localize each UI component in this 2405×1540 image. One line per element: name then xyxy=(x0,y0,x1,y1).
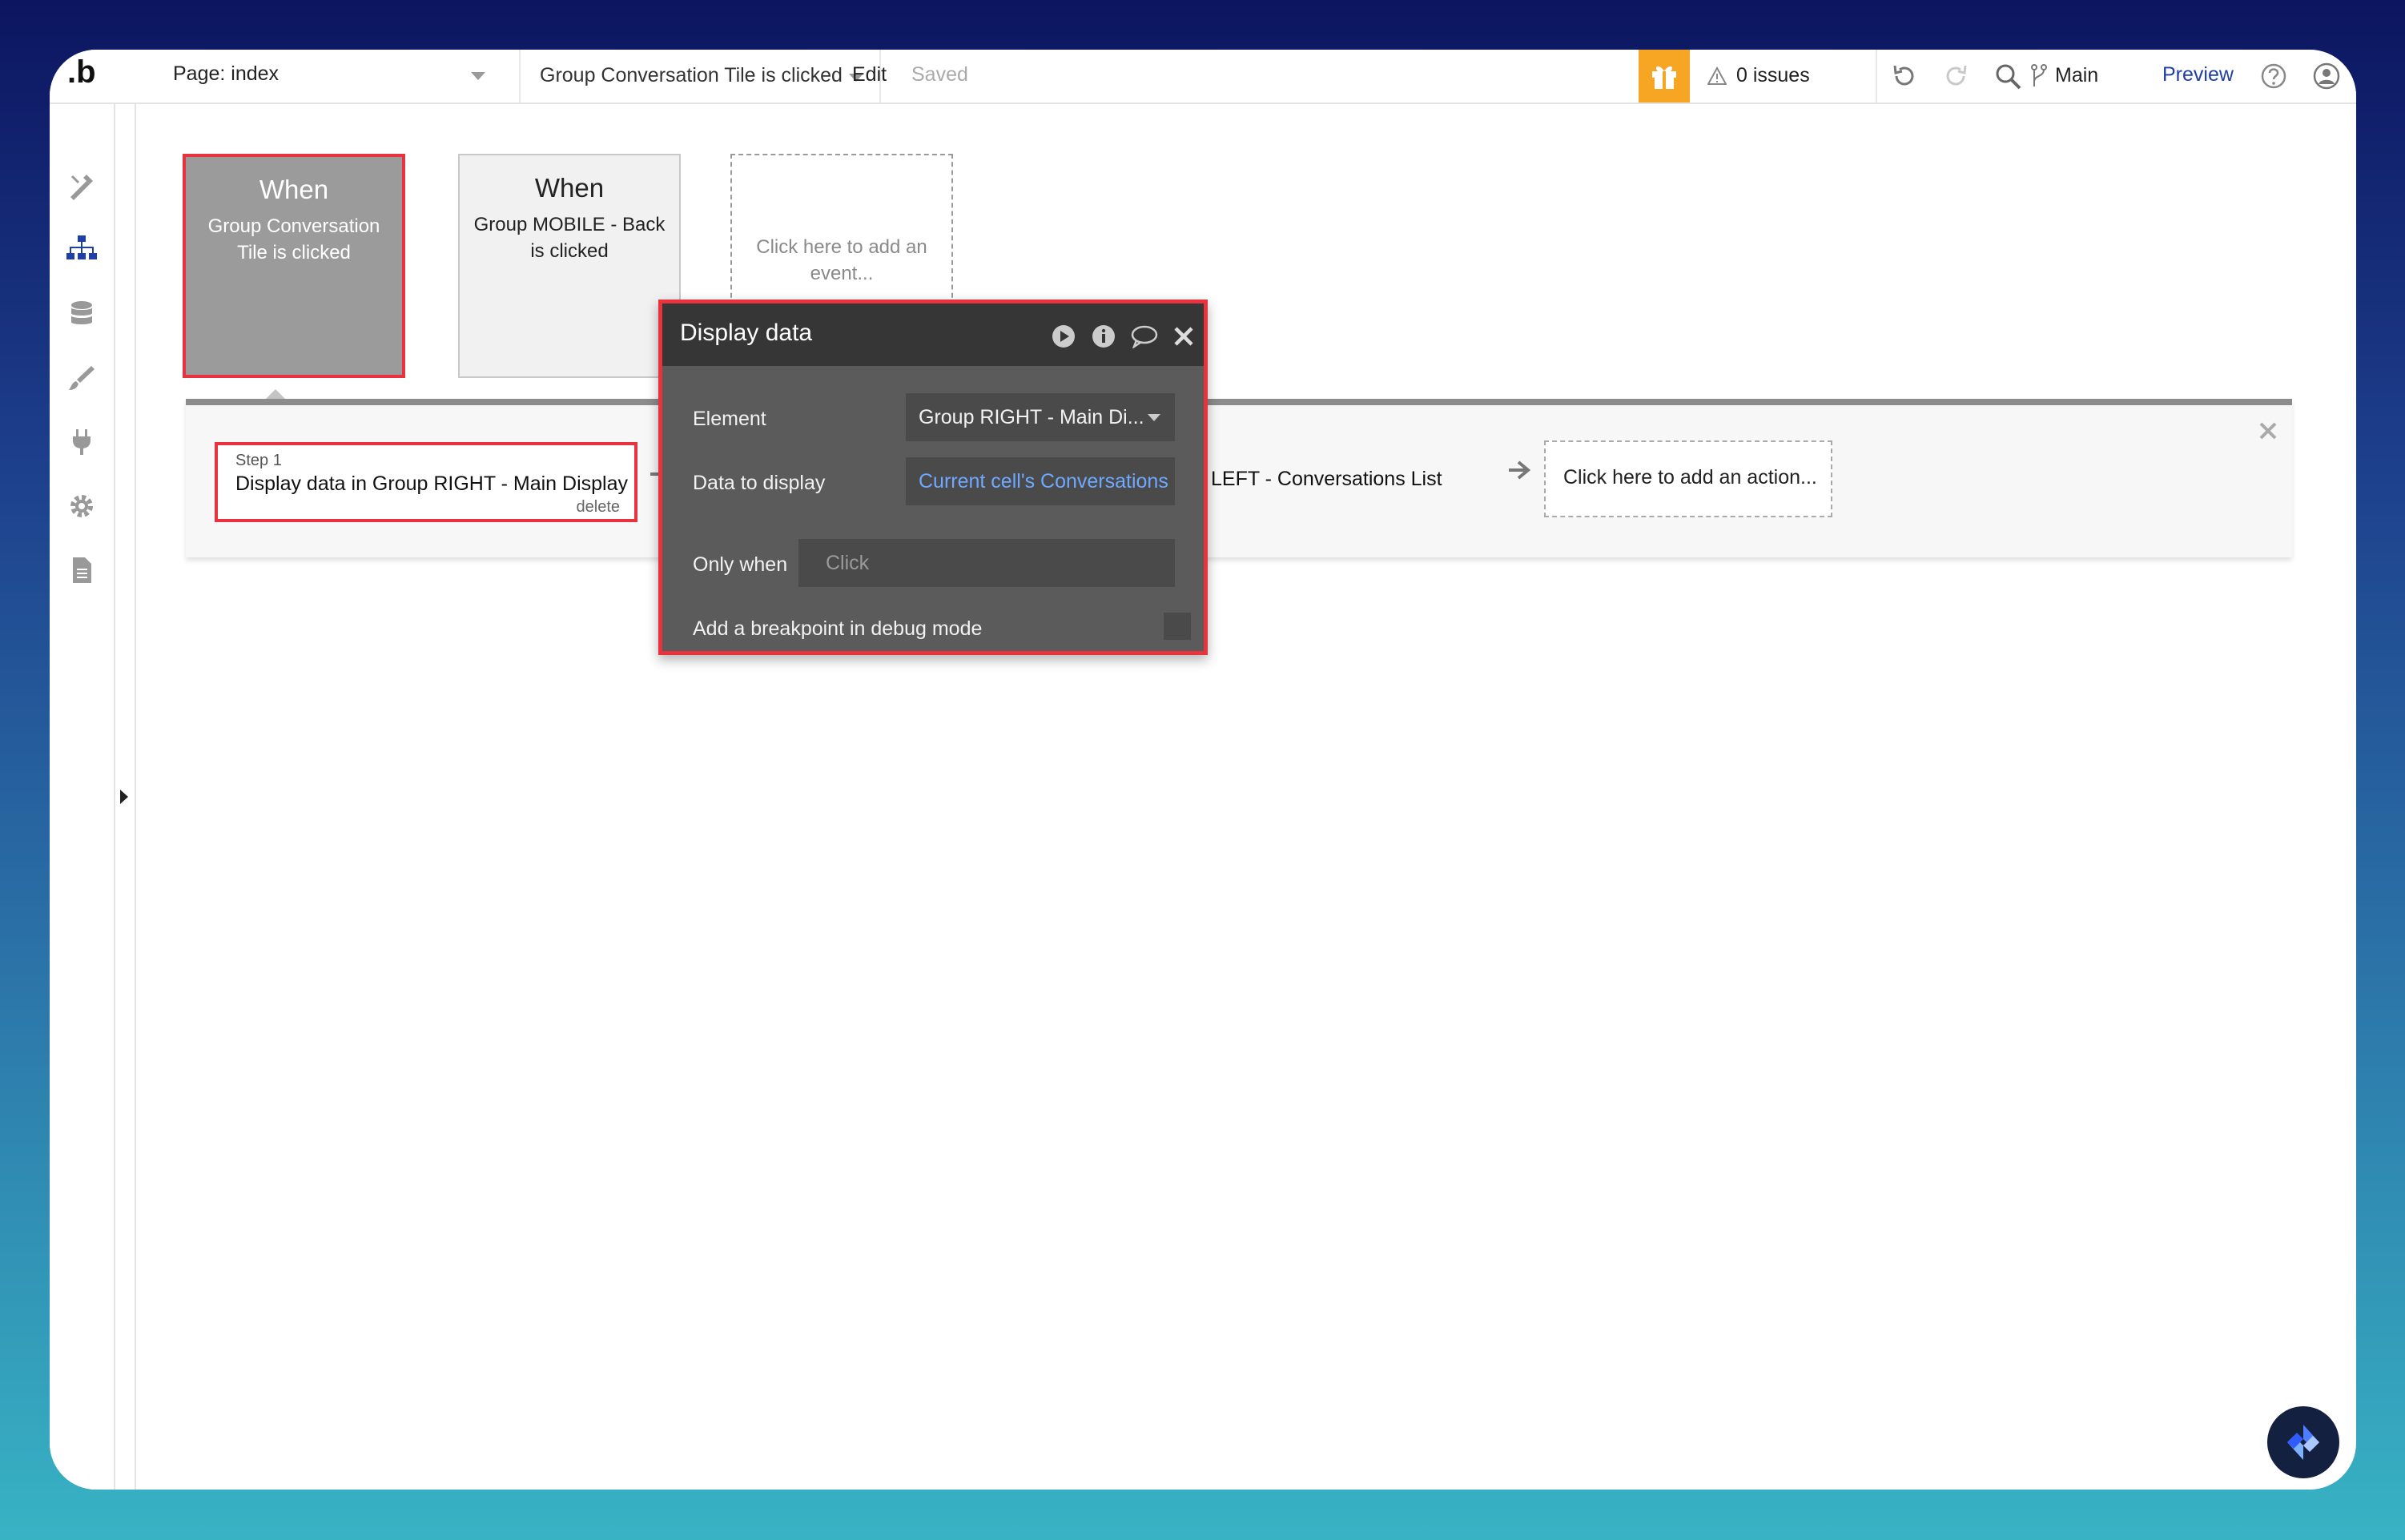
element-dropdown[interactable]: Group RIGHT - Main Di... xyxy=(906,393,1175,441)
action-step-1[interactable]: Step 1 Display data in Group RIGHT - Mai… xyxy=(215,442,637,522)
add-event-label: Click here to add an event... xyxy=(756,236,927,284)
event-selector[interactable]: Group Conversation Tile is clicked xyxy=(521,50,881,103)
add-action-placeholder[interactable]: Click here to add an action... xyxy=(1544,440,1832,517)
redo-icon[interactable] xyxy=(1943,62,1970,90)
page-selector[interactable]: Page: index xyxy=(122,50,521,103)
event-when-label: When xyxy=(534,173,605,203)
save-status: Saved xyxy=(911,63,968,86)
event-when-label: When xyxy=(259,175,329,204)
event-card-mobile-back[interactable]: When Group MOBILE - Back is clicked xyxy=(458,154,681,378)
gift-button[interactable] xyxy=(1639,50,1690,103)
logs-icon[interactable] xyxy=(67,556,96,585)
undo-icon[interactable] xyxy=(1890,62,1917,90)
bubble-logo[interactable]: .b xyxy=(67,54,96,90)
data-icon[interactable] xyxy=(67,300,96,328)
step-delete-link[interactable]: delete xyxy=(577,498,621,517)
top-bar: .b Page: index Group Conversation Tile i… xyxy=(50,50,2356,104)
chevron-down-icon xyxy=(1148,414,1160,421)
workflow-icon[interactable] xyxy=(66,234,98,263)
close-icon[interactable] xyxy=(2258,421,2278,440)
editor-window: .b Page: index Group Conversation Tile i… xyxy=(50,50,2356,1490)
plugins-icon[interactable] xyxy=(67,428,96,456)
breakpoint-checkbox[interactable] xyxy=(1164,613,1191,640)
add-action-label: Click here to add an action... xyxy=(1563,466,1817,489)
breakpoint-label: Add a breakpoint in debug mode xyxy=(693,617,983,640)
comment-icon[interactable] xyxy=(1130,324,1159,348)
workflow-actions-row: Step 1 Display data in Group RIGHT - Mai… xyxy=(186,399,2292,557)
chevron-down-icon xyxy=(471,72,485,80)
issues-count: 0 issues xyxy=(1736,64,1810,86)
expand-panel-icon[interactable] xyxy=(120,790,128,804)
branch-label: Main xyxy=(2055,64,2099,86)
element-label: Element xyxy=(693,408,766,430)
step-number: Step 1 xyxy=(235,452,282,469)
close-icon[interactable] xyxy=(1173,326,1194,347)
page-selector-label: Page: index xyxy=(173,62,280,85)
help-icon[interactable] xyxy=(2260,62,2287,90)
event-card-conversation-tile[interactable]: When Group Conversation Tile is clicked xyxy=(183,154,405,378)
element-dropdown-value: Group RIGHT - Main Di... xyxy=(919,406,1144,428)
data-to-display-field[interactable]: Current cell's Conversations xyxy=(906,457,1175,505)
branch-selector[interactable]: Main xyxy=(2023,50,2151,103)
search-icon[interactable] xyxy=(1994,62,2023,91)
assistant-logo-icon xyxy=(2287,1425,2319,1460)
left-sidebar xyxy=(50,104,115,1490)
action-step-2-label[interactable]: LEFT - Conversations List xyxy=(1211,468,1442,491)
sidebar-divider xyxy=(135,104,136,1490)
step-title: Display data in Group RIGHT - Main Displ… xyxy=(235,472,628,495)
design-icon[interactable] xyxy=(67,171,96,200)
settings-icon[interactable] xyxy=(67,492,96,521)
event-description: Group MOBILE - Back is clicked xyxy=(473,214,666,262)
event-description: Group Conversation Tile is clicked xyxy=(207,215,380,263)
branch-icon xyxy=(2031,64,2047,86)
popup-header: Display data xyxy=(662,304,1204,366)
info-icon[interactable] xyxy=(1092,324,1116,348)
only-when-field[interactable]: Click xyxy=(798,539,1175,587)
edit-menu[interactable]: Edit xyxy=(852,63,887,86)
data-to-display-label: Data to display xyxy=(693,472,826,494)
play-icon[interactable] xyxy=(1052,324,1076,348)
popup-title: Display data xyxy=(680,320,813,346)
styles-icon[interactable] xyxy=(67,364,96,392)
account-icon[interactable] xyxy=(2313,62,2340,90)
display-data-popup: Display data Element Group RIGHT - Main … xyxy=(658,300,1208,655)
arrow-right-icon xyxy=(1509,460,1531,480)
gift-icon xyxy=(1652,66,1676,89)
event-selector-label: Group Conversation Tile is clicked xyxy=(540,64,843,86)
only-when-placeholder: Click xyxy=(826,552,870,574)
preview-link[interactable]: Preview xyxy=(2162,63,2234,86)
only-when-label: Only when xyxy=(693,553,788,576)
dynamic-expression[interactable]: Current cell's Conversations xyxy=(919,470,1168,493)
floating-assistant-button[interactable] xyxy=(2267,1406,2339,1478)
add-event-placeholder[interactable]: Click here to add an event... xyxy=(730,154,953,306)
issues-button[interactable]: 0 issues xyxy=(1704,50,1877,103)
warning-icon xyxy=(1707,66,1727,85)
